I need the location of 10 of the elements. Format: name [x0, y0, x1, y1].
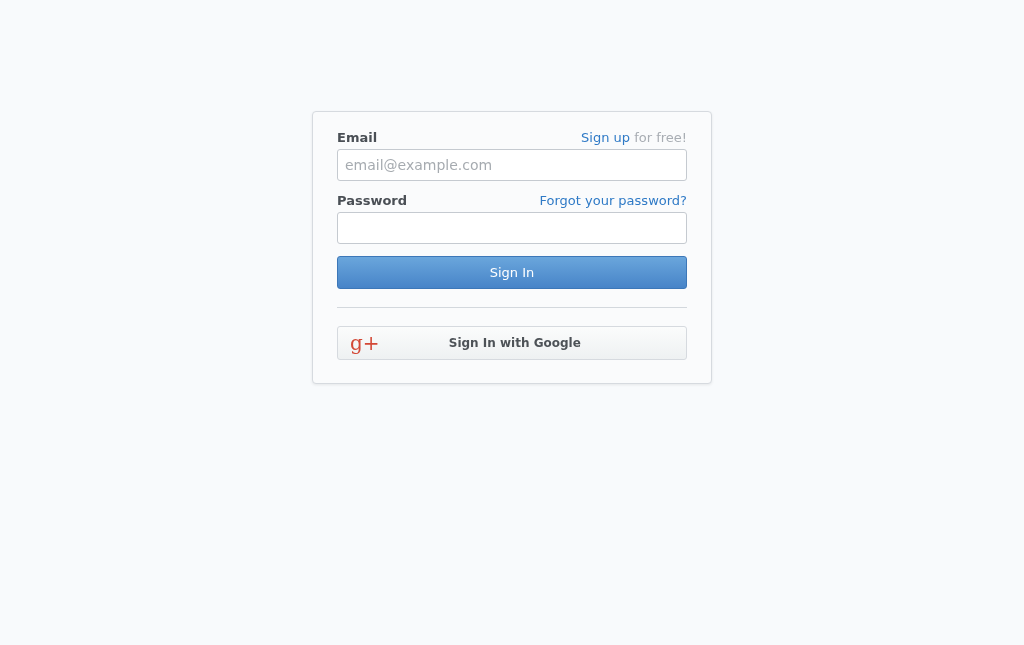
signup-link[interactable]: Sign up — [581, 130, 630, 145]
email-label: Email — [337, 130, 378, 145]
password-field[interactable] — [337, 212, 687, 244]
google-plus-icon: g+ — [350, 333, 380, 353]
signup-prompt: Sign up for free! — [581, 130, 687, 145]
forgot-password-link[interactable]: Forgot your password? — [539, 193, 687, 208]
password-label: Password — [337, 193, 408, 208]
sign-in-button[interactable]: Sign In — [337, 256, 687, 289]
email-field[interactable]: email@example.com — [337, 149, 687, 181]
google-sign-in-button[interactable]: g+ Sign In with Google — [337, 326, 687, 360]
